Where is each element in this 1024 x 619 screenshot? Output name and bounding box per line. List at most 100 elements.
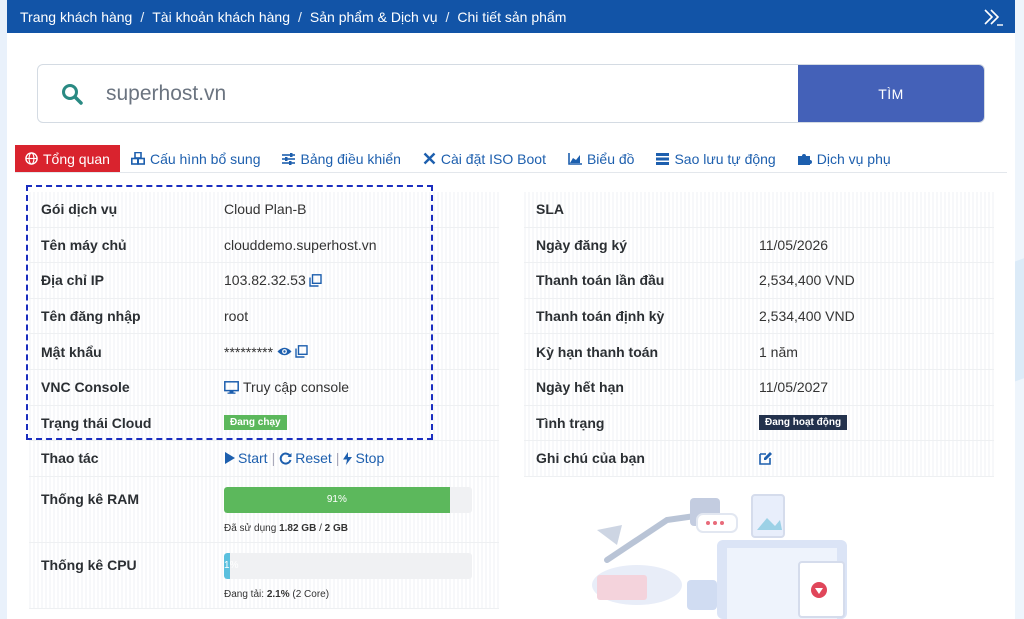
info-row-hostname: Tên máy chủ clouddemo.superhost.vn	[29, 227, 499, 264]
ip-value: 103.82.32.53	[224, 272, 306, 289]
ram-usage-note: Đã sử dụng 1.82 GB / 2 GB	[224, 523, 472, 534]
area-chart-icon	[568, 152, 582, 165]
ram-sep: /	[316, 522, 325, 534]
main-panel: Trang khách hàng / Tài khoản khách hàng …	[7, 0, 1015, 619]
breadcrumb-item-products[interactable]: Sản phẩm & Dịch vụ	[310, 9, 438, 25]
ram-total: 2 GB	[324, 522, 348, 534]
divider: |	[335, 450, 340, 467]
start-button[interactable]: Start	[224, 450, 268, 466]
tab-label: Sao lưu tự động	[674, 150, 776, 167]
row-label: Kỳ hạn thanh toán	[536, 343, 659, 360]
reset-label: Reset	[295, 450, 332, 467]
tab-iso-boot[interactable]: Cài đặt ISO Boot	[412, 145, 557, 172]
info-row-ip: Địa chỉ IP 103.82.32.53	[29, 263, 499, 299]
cpu-stat-row: Thống kê CPU 2.1% Đang tải: 2.1% (2 Core…	[29, 542, 499, 609]
row-label: Mật khẩu	[41, 343, 102, 360]
server-illustration	[592, 494, 847, 619]
row-label: Ghi chú của bạn	[536, 450, 645, 467]
ram-note-prefix: Đã sử dụng	[224, 522, 280, 534]
info-row-status: Trạng thái Cloud Đang chạy	[29, 405, 499, 442]
eye-icon[interactable]	[277, 346, 292, 357]
row-label: Thanh toán lần đầu	[536, 272, 665, 289]
search-button[interactable]: TÌM	[798, 65, 984, 122]
tab-label: Cài đặt ISO Boot	[440, 150, 546, 167]
row-value: *********	[224, 344, 308, 360]
play-icon	[225, 452, 235, 465]
password-masked: *********	[224, 343, 274, 360]
row-value: 11/05/2026	[759, 236, 829, 253]
breadcrumb-separator: /	[140, 8, 145, 25]
row-value: root	[224, 308, 249, 325]
edit-icon[interactable]	[759, 451, 773, 466]
row-label: SLA	[536, 201, 564, 218]
row-label: Thao tác	[41, 450, 99, 467]
row-value: 2,534,400 VND	[759, 308, 855, 325]
copy-icon[interactable]	[309, 274, 322, 287]
domain-search: TÌM	[37, 64, 985, 123]
ram-stat: 91% Đã sử dụng 1.82 GB / 2 GB	[224, 486, 472, 534]
info-row-notes: Ghi chú của bạn	[524, 441, 994, 477]
billing-info-table: SLA Ngày đăng ký 11/05/2026 Thanh toán l…	[524, 192, 994, 477]
row-value	[759, 451, 773, 466]
row-value: Đang hoạt động	[759, 415, 848, 431]
row-value: Start | Reset | Stop	[224, 450, 384, 466]
info-row-expiry: Ngày hết hạn 11/05/2027	[524, 369, 994, 406]
row-label: Thống kê CPU	[41, 556, 137, 573]
cpu-stat: 2.1% Đang tải: 2.1% (2 Core)	[224, 552, 472, 600]
cpu-progress-fill: 2.1%	[224, 552, 239, 579]
row-label: Thanh toán định kỳ	[536, 308, 665, 325]
stop-label: Stop	[355, 450, 385, 467]
search-icon	[38, 65, 106, 122]
breadcrumb-item-current: Chi tiết sản phẩm	[457, 8, 567, 25]
tab-auto-backup[interactable]: Sao lưu tự động	[645, 145, 786, 172]
row-value: Đang chạy	[224, 415, 287, 431]
reset-button[interactable]: Reset	[279, 450, 332, 466]
tab-control-panel[interactable]: Bảng điều khiển	[271, 145, 411, 172]
info-row-state: Tình trạng Đang hoạt động	[524, 405, 994, 442]
ram-used: 1.82 GB	[279, 522, 317, 534]
sliders-icon	[282, 152, 296, 165]
row-value: Cloud Plan-B	[224, 201, 307, 218]
tab-label: Cấu hình bổ sung	[149, 150, 261, 167]
cubes-icon	[130, 152, 145, 165]
double-chevron-right-icon[interactable]	[983, 8, 1003, 26]
breadcrumb-separator: /	[445, 8, 450, 25]
cpu-progress-bar: 2.1%	[224, 552, 472, 579]
breadcrumb-separator: /	[298, 8, 302, 25]
row-label: Gói dịch vụ	[41, 201, 118, 218]
cpu-load: 2.1%	[266, 588, 290, 600]
server-info-table: Gói dịch vụ Cloud Plan-B Tên máy chủ clo…	[29, 192, 499, 609]
vnc-console-link[interactable]: Truy cập console	[224, 379, 349, 395]
search-input[interactable]	[106, 65, 798, 122]
ram-progress-fill: 91%	[224, 486, 450, 513]
tab-addons[interactable]: Dịch vụ phụ	[787, 145, 902, 172]
row-label: Trạng thái Cloud	[41, 414, 152, 431]
stop-button[interactable]: Stop	[343, 450, 384, 466]
tools-icon	[423, 152, 436, 165]
copy-icon[interactable]	[295, 345, 308, 358]
refresh-icon	[279, 452, 292, 465]
product-tabs: Tổng quan Cấu hình bổ sung Bảng điều khi…	[15, 145, 1007, 173]
tab-label: Biểu đồ	[586, 150, 635, 167]
info-row-plan: Gói dịch vụ Cloud Plan-B	[29, 192, 499, 228]
tab-overview[interactable]: Tổng quan	[15, 145, 120, 172]
tab-charts[interactable]: Biểu đồ	[557, 145, 645, 172]
row-label: Ngày đăng ký	[536, 236, 628, 253]
row-label: Thống kê RAM	[41, 490, 139, 507]
breadcrumb-item-home[interactable]: Trang khách hàng	[20, 9, 132, 25]
ram-stat-row: Thống kê RAM 91% Đã sử dụng 1.82 GB / 2 …	[29, 476, 499, 543]
vnc-link-label: Truy cập console	[243, 379, 350, 396]
divider: |	[271, 450, 276, 467]
tab-extra-config[interactable]: Cấu hình bổ sung	[120, 145, 272, 172]
breadcrumb-item-account[interactable]: Tài khoản khách hàng	[152, 9, 290, 25]
breadcrumb: Trang khách hàng / Tài khoản khách hàng …	[7, 0, 1015, 33]
bolt-icon	[343, 451, 353, 465]
tab-label: Bảng điều khiển	[300, 150, 401, 167]
info-row-username: Tên đăng nhập root	[29, 298, 499, 335]
cpu-usage-note: Đang tải: 2.1% (2 Core)	[224, 589, 472, 600]
row-label: VNC Console	[41, 379, 130, 396]
server-icon	[656, 152, 670, 165]
row-label: Tên đăng nhập	[41, 308, 141, 325]
row-value: clouddemo.superhost.vn	[224, 236, 377, 253]
info-row-billing-cycle: Kỳ hạn thanh toán 1 năm	[524, 334, 994, 370]
